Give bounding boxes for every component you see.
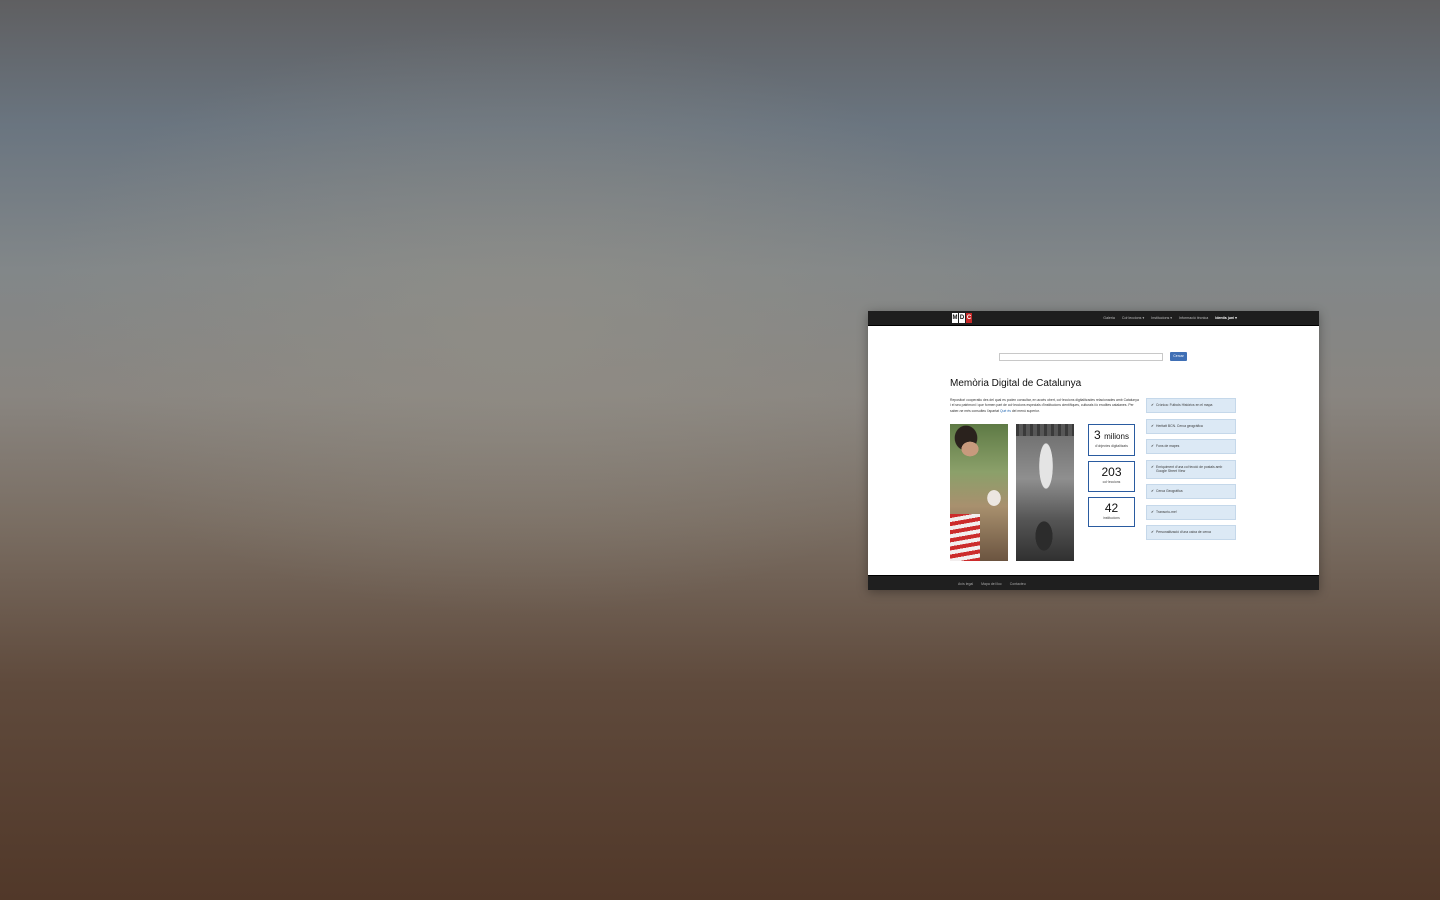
footer: Avís legal Mapa del lloc Contacteu [868,575,1319,590]
check-icon: ✔ [1151,509,1155,514]
search-input[interactable] [999,353,1163,361]
logo-letter-m: M [952,313,958,323]
feature-label: Transcriu-me! [1156,509,1177,514]
feature-list: ✔ Crònica: Futbols Històrics en el mapa ✔… [1146,398,1236,546]
nav-galeria[interactable]: Galeria [1103,316,1115,320]
nav-user-menu[interactable]: Identis juni ▾ [1215,316,1237,320]
stat-collections-number: 203 [1101,465,1122,479]
stat-institutions: 42 institucions [1088,497,1135,527]
check-icon: ✔ [1151,489,1155,493]
feature-item[interactable]: ✔ Enriquiment d'una col·lecció de postals… [1146,459,1236,479]
search-button[interactable]: Cercar [1170,352,1187,361]
feature-item[interactable]: ✔ Personalització d'una caixa de cerca [1146,525,1236,540]
logo-letter-d: D [959,313,965,323]
nav-colleccions[interactable]: Col·leccions ▾ [1122,316,1144,320]
stat-institutions-label: institucions [1103,516,1120,520]
feature-label: Personalització d'una caixa de cerca [1156,530,1211,534]
feature-label: Crònica: Futbols Històrics en el mapa [1156,403,1213,407]
logo-letter-c: C [966,313,972,323]
footer-link-mapa[interactable]: Mapa del lloc [981,582,1002,586]
feature-item[interactable]: ✔ Fons de mapes [1146,439,1236,454]
nav-informacio-tecnica[interactable]: Informació tècnica [1179,316,1208,320]
feature-item[interactable]: ✔ Heritatt BCN. Cerca geogràfica [1146,418,1236,434]
que-es-link[interactable]: Què és [1000,409,1011,413]
footer-link-contacteu[interactable]: Contacteu [1010,582,1026,586]
feature-item[interactable]: ✔ Crònica: Futbols Històrics en el mapa [1146,398,1236,413]
featured-photo-worker[interactable] [1016,424,1074,561]
featured-photo-girl[interactable] [950,424,1008,561]
check-icon: ✔ [1151,444,1155,448]
check-icon: ✔ [1151,403,1155,407]
page-title: Memòria Digital de Catalunya [950,378,1082,389]
stat-objects-unit: milions [1104,432,1129,441]
feature-label: Fons de mapes [1156,444,1180,448]
intro-paragraph: Repositori cooperatiu des del qual es po… [950,398,1140,414]
stat-institutions-number: 42 [1104,501,1119,515]
check-icon: ✔ [1151,464,1155,469]
feature-item[interactable]: ✔ Cerca Geogràfica [1146,484,1236,499]
stat-objects-number: 3 [1094,428,1101,442]
intro-suffix: del menú superior. [1010,408,1040,413]
browser-screenshot: M D C Galeria Col·leccions ▾ Institucion… [868,311,1319,590]
mdc-logo[interactable]: M D C [952,313,972,323]
feature-item[interactable]: ✔ Transcriu-me! [1146,504,1236,520]
nav-institucions[interactable]: Institucions ▾ [1151,316,1172,320]
stat-collections-label: col·leccions [1102,480,1121,484]
feature-label: Cerca Geogràfica [1156,489,1183,493]
stat-objects-label: d'objectes digitalitzats [1095,444,1128,448]
check-icon: ✔ [1151,423,1155,428]
stat-collections: 203 col·leccions [1088,461,1135,492]
check-icon: ✔ [1151,530,1155,534]
intro-text: Repositori cooperatiu des del qual es po… [950,398,1139,413]
feature-label: Heritatt BCN. Cerca geogràfica [1156,423,1203,428]
top-navbar: M D C Galeria Col·leccions ▾ Institucion… [868,311,1319,326]
stat-objects: 3 milions d'objectes digitalitzats [1088,424,1135,456]
footer-link-avis-legal[interactable]: Avís legal [958,582,973,586]
feature-label: Enriquiment d'una col·lecció de postals … [1156,464,1223,473]
